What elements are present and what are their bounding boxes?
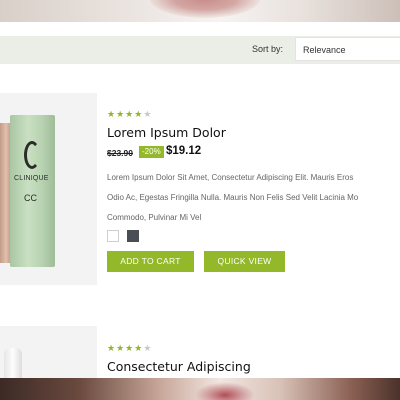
discount-badge: -20% — [139, 146, 164, 158]
star-filled-icon: ★ — [107, 109, 117, 119]
star-filled-icon: ★ — [134, 109, 144, 119]
product-brand-text: CLINIQUE — [14, 175, 49, 182]
add-to-cart-button[interactable]: ADD TO CART — [107, 251, 194, 272]
description-line: Lorem Ipsum Dolor Sit Amet, Consectetur … — [107, 173, 354, 182]
product-type-text: CC — [24, 193, 37, 203]
star-filled-icon: ★ — [116, 343, 126, 353]
hero-image-fragment — [195, 382, 255, 400]
color-swatch-white[interactable] — [107, 230, 119, 242]
sort-label: Sort by: — [252, 44, 284, 54]
star-filled-icon: ★ — [134, 343, 144, 353]
old-price: $23.90 — [107, 148, 133, 158]
star-empty-icon: ★ — [143, 109, 153, 119]
product-image[interactable]: CLINIQUE CC — [0, 93, 97, 285]
description-line: Odio Ac, Egestas Fringilla Nulla. Mauris… — [107, 193, 359, 202]
brand-logo-icon — [24, 141, 40, 169]
hero-banner-top — [0, 0, 400, 22]
star-filled-icon: ★ — [116, 109, 126, 119]
sort-select[interactable]: Relevance — [295, 37, 400, 61]
current-price: $19.12 — [166, 145, 202, 157]
rating-stars: ★★★★★ — [107, 109, 152, 120]
product-description: Lorem Ipsum Dolor Sit Amet, Consectetur … — [107, 168, 400, 228]
quick-view-button[interactable]: QUICK VIEW — [204, 251, 285, 272]
product-tube-image: CLINIQUE CC — [10, 115, 55, 267]
product-cap-image — [0, 123, 10, 263]
hero-image-fragment — [150, 0, 260, 18]
star-filled-icon: ★ — [125, 109, 135, 119]
product-title[interactable]: Lorem Ipsum Dolor — [107, 125, 226, 140]
star-filled-icon: ★ — [125, 343, 135, 353]
description-line: Commodo, Pulvinar Mi Vel — [107, 213, 202, 222]
product-title[interactable]: Consectetur Adipiscing — [107, 359, 251, 374]
color-swatch-dark[interactable] — [127, 230, 139, 242]
hero-banner-bottom — [0, 378, 400, 400]
star-empty-icon: ★ — [143, 343, 153, 353]
star-filled-icon: ★ — [107, 343, 117, 353]
rating-stars: ★★★★★ — [107, 343, 152, 354]
